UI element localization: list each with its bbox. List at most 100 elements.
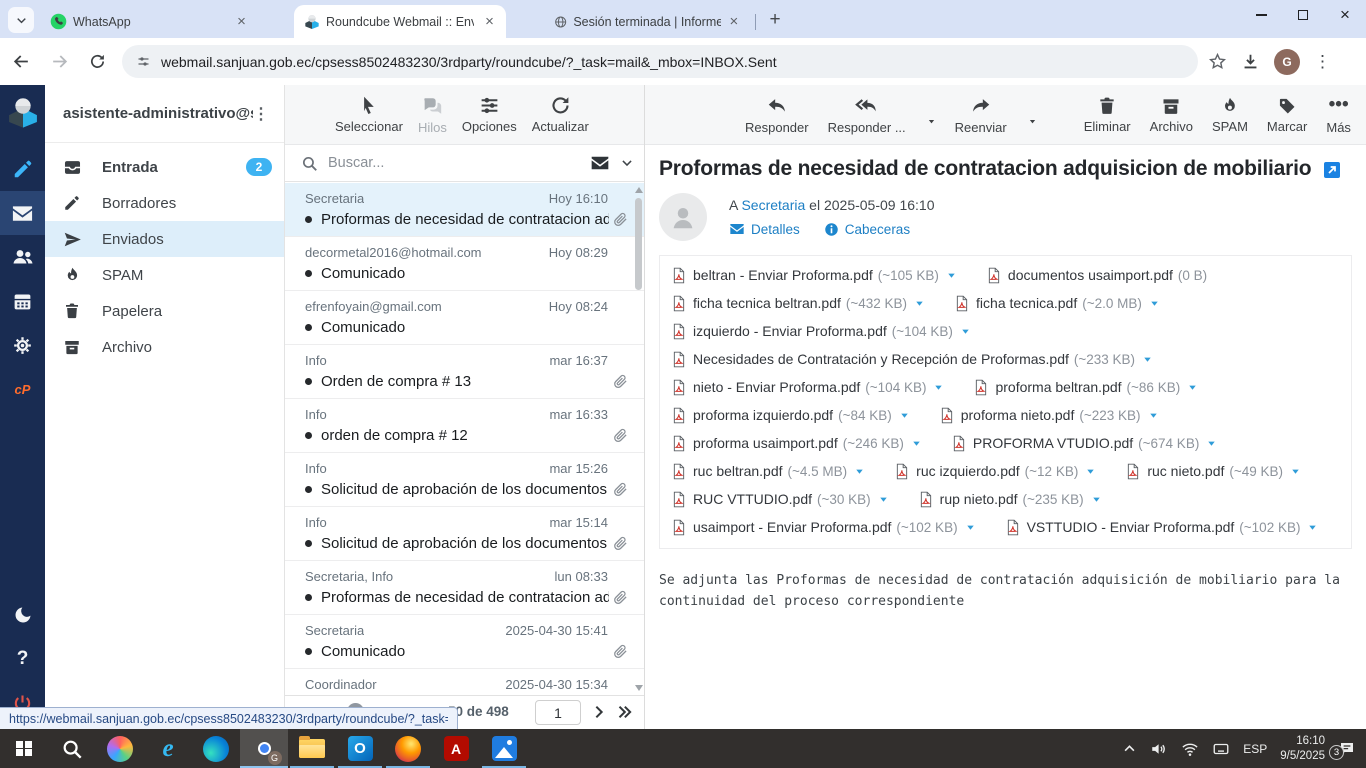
taskbar-chrome-button[interactable]: G xyxy=(240,729,288,768)
scrollbar-down-arrow[interactable] xyxy=(635,685,643,691)
attachment-link[interactable]: documentos usaimport.pdf(0 B) xyxy=(987,267,1207,284)
rail-cpanel-button[interactable]: cP xyxy=(0,367,45,411)
attachment-link[interactable]: proforma beltran.pdf(~86 KB) xyxy=(974,379,1198,396)
attachment-menu-caret-icon[interactable] xyxy=(1149,298,1160,309)
archive-button[interactable]: Archivo xyxy=(1150,96,1193,134)
attachment-menu-caret-icon[interactable] xyxy=(1206,438,1217,449)
tab-close-icon[interactable]: × xyxy=(233,13,250,30)
tab-search-button[interactable] xyxy=(8,7,34,33)
attachment-menu-caret-icon[interactable] xyxy=(1307,522,1318,533)
reply-button[interactable]: Responder xyxy=(745,95,809,135)
attachment-link[interactable]: rup nieto.pdf(~235 KB) xyxy=(919,491,1102,508)
tray-show-hidden-icons-chevron[interactable] xyxy=(1122,741,1137,756)
reply-all-caret-icon[interactable] xyxy=(927,117,936,126)
attachment-menu-caret-icon[interactable] xyxy=(878,494,889,505)
tab-session-ended[interactable]: Sesión terminada | Informes Me × xyxy=(544,5,749,38)
attachment-link[interactable]: VSTTUDIO - Enviar Proforma.pdf(~102 KB) xyxy=(1006,519,1319,536)
tray-volume-icon[interactable] xyxy=(1150,740,1168,758)
attachment-link[interactable]: ruc beltran.pdf(~4.5 MB) xyxy=(672,463,865,480)
taskbar-acrobat-button[interactable]: A xyxy=(432,729,480,768)
taskbar-search-button[interactable] xyxy=(48,729,96,768)
window-close-button[interactable]: × xyxy=(1324,0,1366,30)
message-row[interactable]: SecretariaHoy 16:10 Proformas de necesid… xyxy=(285,183,644,237)
window-minimize-button[interactable] xyxy=(1240,0,1282,30)
rail-contacts-button[interactable] xyxy=(0,235,45,279)
details-toggle[interactable]: Detalles xyxy=(729,221,800,237)
attachment-link[interactable]: nieto - Enviar Proforma.pdf(~104 KB) xyxy=(672,379,944,396)
search-input[interactable] xyxy=(328,155,590,171)
search-scope-mail-icon[interactable] xyxy=(590,153,610,173)
attachment-link[interactable]: PROFORMA VTUDIO.pdf(~674 KB) xyxy=(952,435,1217,452)
tab-whatsapp[interactable]: WhatsApp × xyxy=(40,5,258,38)
attachment-link[interactable]: ruc nieto.pdf(~49 KB) xyxy=(1126,463,1301,480)
folder-spam[interactable]: SPAM xyxy=(45,257,284,293)
attachment-menu-caret-icon[interactable] xyxy=(933,382,944,393)
recipient-link[interactable]: Secretaria xyxy=(741,197,805,213)
forward-button[interactable] xyxy=(42,45,76,79)
attachment-menu-caret-icon[interactable] xyxy=(914,298,925,309)
refresh-button[interactable]: Actualizar xyxy=(532,95,589,134)
folder-trash[interactable]: Papelera xyxy=(45,293,284,329)
spam-button[interactable]: SPAM xyxy=(1212,96,1248,134)
rail-darkmode-button[interactable] xyxy=(0,593,45,637)
message-row[interactable]: efrenfoyain@gmail.comHoy 08:24 Comunicad… xyxy=(285,291,644,345)
tray-touch-keyboard-icon[interactable] xyxy=(1212,740,1230,758)
message-row[interactable]: Infomar 16:33 orden de compra # 12 xyxy=(285,399,644,453)
attachment-link[interactable]: ficha tecnica.pdf(~2.0 MB) xyxy=(955,295,1160,312)
tray-wifi-icon[interactable] xyxy=(1181,740,1199,758)
tab-close-icon[interactable]: × xyxy=(727,13,741,30)
tray-action-center-button[interactable]: 3 xyxy=(1338,740,1356,758)
rail-compose-button[interactable] xyxy=(0,147,45,191)
downloads-icon[interactable] xyxy=(1241,52,1260,71)
list-scrollbar[interactable] xyxy=(634,185,643,693)
message-row[interactable]: Infomar 15:26 Solicitud de aprobación de… xyxy=(285,453,644,507)
attachment-link[interactable]: izquierdo - Enviar Proforma.pdf(~104 KB) xyxy=(672,323,971,340)
forward-button[interactable]: Reenviar xyxy=(955,95,1007,135)
next-page-icon[interactable] xyxy=(591,704,607,720)
attachment-menu-caret-icon[interactable] xyxy=(1091,494,1102,505)
attachment-link[interactable]: proforma izquierdo.pdf(~84 KB) xyxy=(672,407,910,424)
reply-all-button[interactable]: Responder ... xyxy=(828,95,906,135)
scrollbar-up-arrow[interactable] xyxy=(635,187,643,193)
new-tab-button[interactable]: + xyxy=(762,7,788,33)
folder-inbox[interactable]: Entrada 2 xyxy=(45,149,284,185)
attachment-menu-caret-icon[interactable] xyxy=(1290,466,1301,477)
attachment-menu-caret-icon[interactable] xyxy=(946,270,957,281)
headers-toggle[interactable]: Cabeceras xyxy=(824,222,910,237)
rail-help-button[interactable]: ? xyxy=(0,637,45,681)
tray-clock[interactable]: 16:10 9/5/2025 xyxy=(1280,734,1325,764)
browser-profile-avatar[interactable]: G xyxy=(1274,49,1300,75)
message-row[interactable]: Infomar 16:37 Orden de compra # 13 xyxy=(285,345,644,399)
address-bar[interactable]: webmail.sanjuan.gob.ec/cpsess8502483230/… xyxy=(122,45,1198,78)
taskbar-file-explorer-button[interactable] xyxy=(288,729,336,768)
message-row[interactable]: Coordinador2025-04-30 15:34 xyxy=(285,669,644,695)
page-input[interactable] xyxy=(535,700,581,725)
search-options-chevron-icon[interactable] xyxy=(620,156,634,170)
scrollbar-thumb[interactable] xyxy=(635,198,642,290)
options-button[interactable]: Opciones xyxy=(462,95,517,134)
taskbar-outlook-button[interactable]: O xyxy=(336,729,384,768)
delete-button[interactable]: Eliminar xyxy=(1084,96,1131,134)
attachment-link[interactable]: beltran - Enviar Proforma.pdf(~105 KB) xyxy=(672,267,957,284)
select-button[interactable]: Seleccionar xyxy=(335,95,403,134)
folder-sent[interactable]: Enviados xyxy=(45,221,284,257)
taskbar-photos-button[interactable] xyxy=(480,729,528,768)
attachment-link[interactable]: proforma usaimport.pdf(~246 KB) xyxy=(672,435,922,452)
attachment-menu-caret-icon[interactable] xyxy=(1187,382,1198,393)
open-in-new-window-icon[interactable] xyxy=(1324,162,1340,178)
folder-drafts[interactable]: Borradores xyxy=(45,185,284,221)
attachment-menu-caret-icon[interactable] xyxy=(1148,410,1159,421)
message-row[interactable]: Secretaria2025-04-30 15:41 Comunicado xyxy=(285,615,644,669)
start-button[interactable] xyxy=(0,729,48,768)
mark-button[interactable]: Marcar xyxy=(1267,96,1307,134)
message-row[interactable]: decormetal2016@hotmail.comHoy 08:29 Comu… xyxy=(285,237,644,291)
account-menu-icon[interactable]: ⋮ xyxy=(253,104,269,124)
attachment-link[interactable]: Necesidades de Contratación y Recepción … xyxy=(672,351,1153,368)
attachment-menu-caret-icon[interactable] xyxy=(965,522,976,533)
rail-mail-button[interactable] xyxy=(0,191,45,235)
attachment-menu-caret-icon[interactable] xyxy=(911,438,922,449)
tab-roundcube[interactable]: Roundcube Webmail :: Enviados × xyxy=(294,5,506,38)
attachment-link[interactable]: usaimport - Enviar Proforma.pdf(~102 KB) xyxy=(672,519,976,536)
attachment-menu-caret-icon[interactable] xyxy=(960,326,971,337)
rail-calendar-button[interactable] xyxy=(0,279,45,323)
